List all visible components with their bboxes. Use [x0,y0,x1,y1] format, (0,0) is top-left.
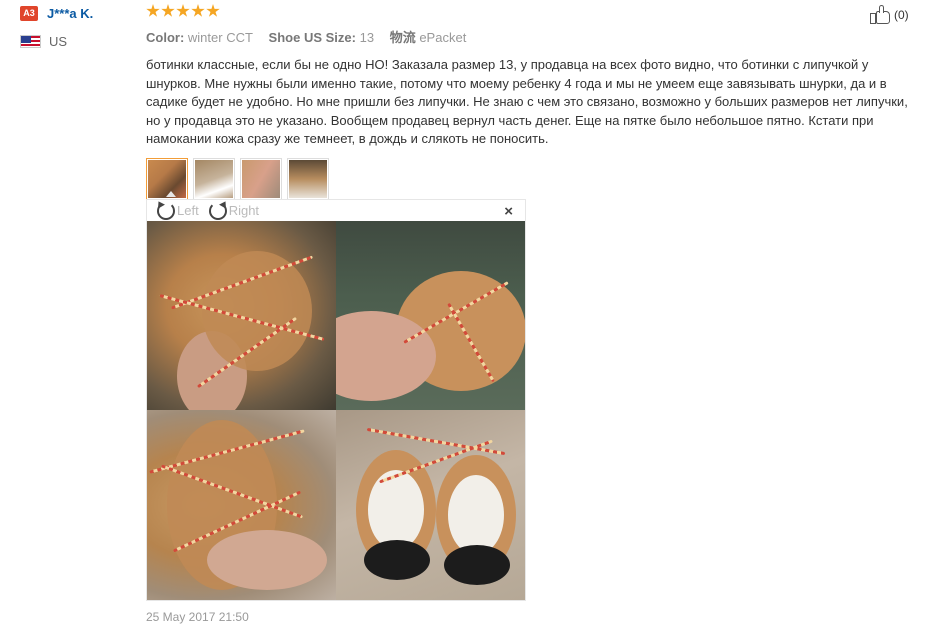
thumbs-up-icon [870,5,892,24]
size-value: 13 [359,30,375,45]
size-label: Shoe US Size: [268,30,356,45]
photo-viewer: Left Right × [146,199,526,601]
star-icon [176,4,190,17]
reviewer-name[interactable]: J***a K. [47,6,93,21]
review-body: Color: winter CCT Shoe US Size: 13 物流 eP… [146,4,926,200]
close-icon[interactable]: × [504,203,513,220]
star-icon [191,4,205,17]
star-icon [146,4,160,17]
order-attributes: Color: winter CCT Shoe US Size: 13 物流 eP… [146,27,926,46]
star-rating [146,4,926,22]
photo-quadrant [336,410,525,600]
enlarged-review-photo [147,221,525,600]
thumbnail-4[interactable] [287,157,329,200]
helpful-button[interactable]: (0) [870,5,909,24]
rotate-right-button[interactable]: Right [208,201,260,220]
reviewer-row: A3 J***a K. [20,5,140,21]
color-value: winter CCT [187,30,253,45]
review-text: ботинки классные, если бы не одно НО! За… [146,57,908,146]
rotate-left-icon [157,201,175,220]
review-photo-thumbnail [195,159,233,198]
thumbnail-3[interactable] [240,157,282,200]
rotate-right-icon [208,201,227,220]
star-icon [161,4,175,17]
thumbnail-2[interactable] [193,157,235,200]
us-flag-icon [20,35,41,48]
photo-thumbnails [146,157,926,200]
viewer-toolbar: Left Right × [147,200,525,221]
photo-quadrant [147,410,336,600]
star-icon [206,4,220,17]
rotate-right-label: Right [228,203,260,218]
viewer-pointer [166,191,176,197]
photo-quadrant [336,221,525,410]
rotate-left-label: Left [177,203,199,218]
reviewer-info: A3 J***a K. US [20,5,140,49]
review-photo-thumbnail [289,159,327,198]
country-row: US [20,34,140,49]
rotate-left-button[interactable]: Left [157,201,199,220]
shipping-label: 物流 [389,30,416,45]
review-date: 25 May 2017 21:50 [146,610,249,624]
level-badge: A3 [20,5,38,21]
shipping-value: ePacket [419,30,467,45]
review-photo-thumbnail [242,159,280,198]
photo-quadrant [147,221,336,410]
helpful-count: (0) [894,7,909,22]
reviewer-country: US [49,34,68,49]
color-label: Color: [146,30,185,45]
